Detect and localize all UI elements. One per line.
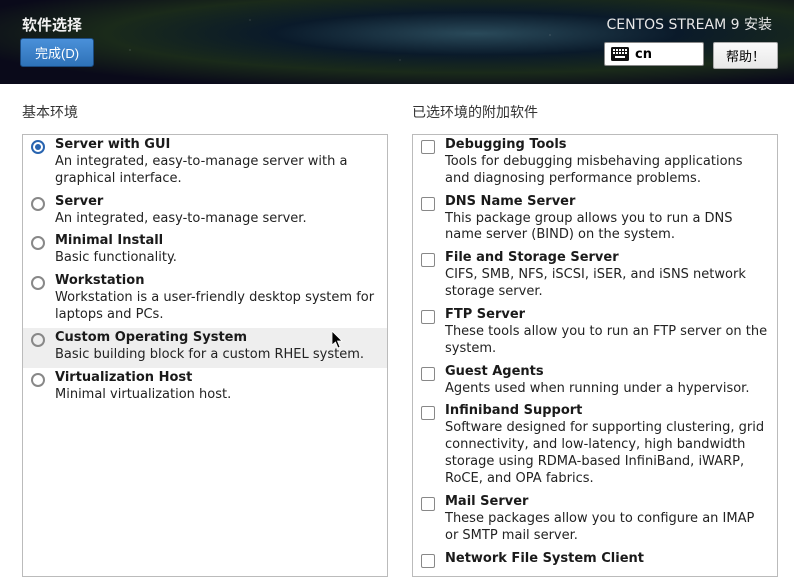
env-item-title: Custom Operating System — [55, 330, 379, 347]
addon-item-desc: These tools allow you to run an FTP serv… — [445, 324, 769, 358]
addon-item-desc: These packages allow you to configure an… — [445, 511, 769, 545]
env-item-desc: Workstation is a user-friendly desktop s… — [55, 290, 379, 324]
addons-heading: 已选环境的附加软件 — [412, 102, 778, 122]
radio-icon[interactable] — [31, 276, 45, 290]
env-item-title: Workstation — [55, 273, 379, 290]
addon-item-title: Guest Agents — [445, 364, 769, 381]
checkbox-icon[interactable] — [421, 406, 435, 420]
checkbox-icon[interactable] — [421, 140, 435, 154]
env-item-desc: An integrated, easy-to-manage server. — [55, 211, 379, 228]
addon-item-desc: Agents used when running under a hypervi… — [445, 381, 769, 398]
addon-item-desc: CIFS, SMB, NFS, iSCSI, iSER, and iSNS ne… — [445, 267, 769, 301]
base-env-item[interactable]: WorkstationWorkstation is a user-friendl… — [23, 271, 387, 328]
env-item-title: Minimal Install — [55, 233, 379, 250]
base-environment-column: 基本环境 Server with GUIAn integrated, easy-… — [22, 102, 388, 577]
keyboard-layout-selector[interactable]: cn — [604, 42, 704, 66]
checkbox-icon[interactable] — [421, 367, 435, 381]
checkbox-icon[interactable] — [421, 497, 435, 511]
addon-item-title: Network File System Client — [445, 551, 769, 568]
base-env-item[interactable]: Minimal InstallBasic functionality. — [23, 231, 387, 271]
addon-item[interactable]: Debugging ToolsTools for debugging misbe… — [413, 135, 777, 192]
checkbox-icon[interactable] — [421, 310, 435, 324]
addon-item-desc: This package group allows you to run a D… — [445, 211, 769, 245]
addon-item-desc: Software designed for supporting cluster… — [445, 420, 769, 488]
env-item-desc: Basic functionality. — [55, 250, 379, 267]
radio-icon[interactable] — [31, 373, 45, 387]
keyboard-icon — [611, 47, 629, 61]
addon-item-title: File and Storage Server — [445, 250, 769, 267]
base-env-item[interactable]: Server with GUIAn integrated, easy-to-ma… — [23, 135, 387, 192]
addon-item-title: Debugging Tools — [445, 137, 769, 154]
env-item-title: Virtualization Host — [55, 370, 379, 387]
addon-item[interactable]: File and Storage ServerCIFS, SMB, NFS, i… — [413, 248, 777, 305]
checkbox-icon[interactable] — [421, 253, 435, 267]
addon-item-title: DNS Name Server — [445, 194, 769, 211]
base-env-item[interactable]: Custom Operating SystemBasic building bl… — [23, 328, 387, 368]
env-item-desc: An integrated, easy-to-manage server wit… — [55, 154, 379, 188]
radio-icon[interactable] — [31, 333, 45, 347]
checkbox-icon[interactable] — [421, 197, 435, 211]
addon-item[interactable]: FTP ServerThese tools allow you to run a… — [413, 305, 777, 362]
done-button[interactable]: 完成(D) — [20, 38, 94, 67]
addon-item[interactable]: Mail ServerThese packages allow you to c… — [413, 492, 777, 549]
env-item-title: Server — [55, 194, 379, 211]
content-area: 基本环境 Server with GUIAn integrated, easy-… — [0, 84, 794, 577]
env-item-title: Server with GUI — [55, 137, 379, 154]
addon-item[interactable]: Network File System Client — [413, 549, 777, 572]
radio-icon[interactable] — [31, 197, 45, 211]
addon-item-title: Mail Server — [445, 494, 769, 511]
base-env-item[interactable]: ServerAn integrated, easy-to-manage serv… — [23, 192, 387, 232]
installer-title: CENTOS STREAM 9 安装 — [607, 14, 772, 34]
env-item-desc: Basic building block for a custom RHEL s… — [55, 347, 379, 364]
addon-item-title: FTP Server — [445, 307, 769, 324]
addon-item-title: Infiniband Support — [445, 403, 769, 420]
checkbox-icon[interactable] — [421, 554, 435, 568]
installer-header: 软件选择 完成(D) CENTOS STREAM 9 安装 cn 帮助！ — [0, 0, 794, 84]
keyboard-layout-code: cn — [635, 47, 652, 62]
addons-column: 已选环境的附加软件 Debugging ToolsTools for debug… — [412, 102, 778, 577]
base-environment-heading: 基本环境 — [22, 102, 388, 122]
base-env-item[interactable]: Virtualization HostMinimal virtualizatio… — [23, 368, 387, 408]
addon-item[interactable]: Infiniband SupportSoftware designed for … — [413, 401, 777, 491]
addon-item[interactable]: DNS Name ServerThis package group allows… — [413, 192, 777, 249]
env-item-desc: Minimal virtualization host. — [55, 387, 379, 404]
radio-icon[interactable] — [31, 140, 45, 154]
help-button[interactable]: 帮助！ — [713, 42, 778, 69]
addon-item[interactable]: Guest AgentsAgents used when running und… — [413, 362, 777, 402]
addon-item-desc: Tools for debugging misbehaving applicat… — [445, 154, 769, 188]
addons-list: Debugging ToolsTools for debugging misbe… — [412, 134, 778, 577]
base-environment-list: Server with GUIAn integrated, easy-to-ma… — [22, 134, 388, 577]
page-title: 软件选择 — [22, 14, 82, 35]
radio-icon[interactable] — [31, 236, 45, 250]
